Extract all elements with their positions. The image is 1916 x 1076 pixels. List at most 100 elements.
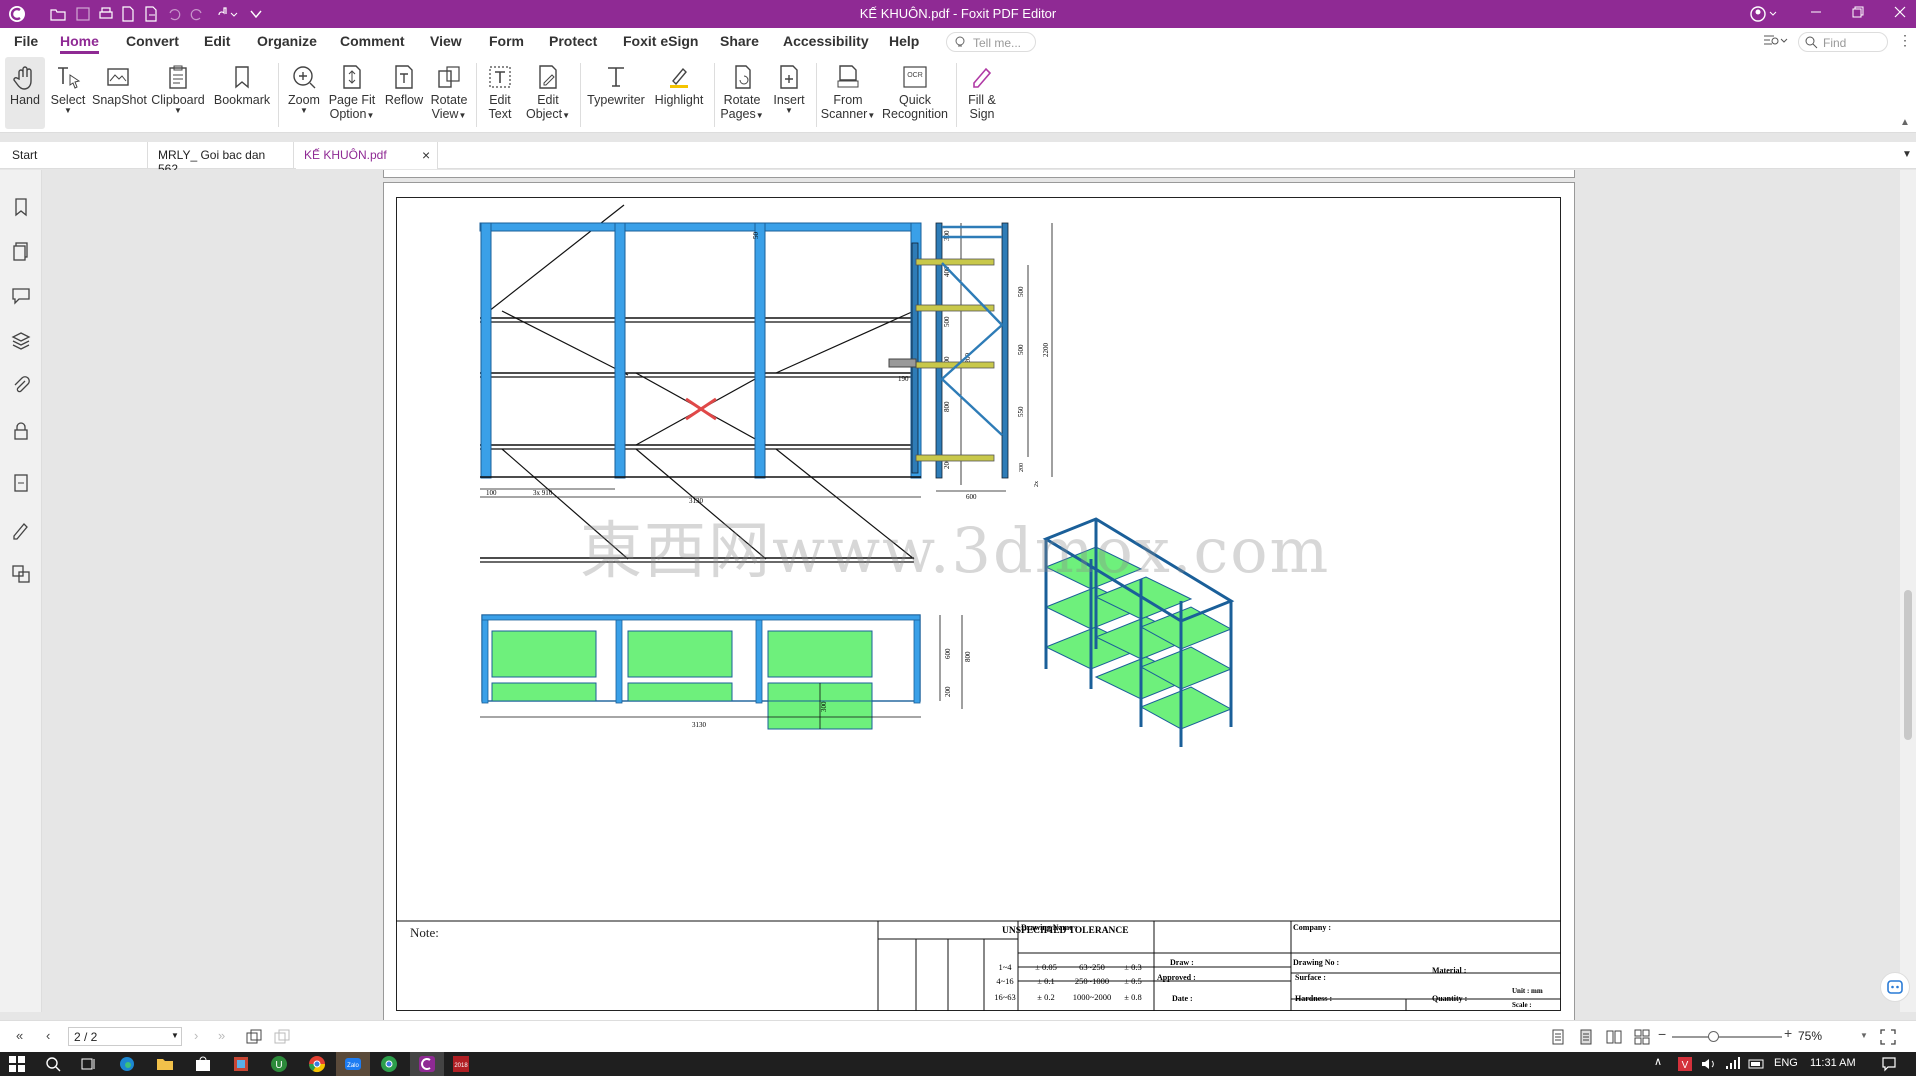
close-tab-icon[interactable]: ×: [422, 147, 430, 163]
restore-button[interactable]: [1836, 0, 1880, 28]
typewriter-button[interactable]: Typewriter: [586, 57, 646, 129]
edit-object-button[interactable]: Edit Object▼: [524, 57, 572, 129]
security-panel-icon[interactable]: [10, 420, 32, 442]
menu-view[interactable]: View: [430, 33, 462, 49]
menu-organize[interactable]: Organize: [257, 33, 317, 49]
snapshot-button[interactable]: SnapShot: [92, 57, 147, 129]
first-page-icon[interactable]: «: [16, 1028, 23, 1043]
hand-button[interactable]: Hand: [5, 57, 45, 129]
close-button[interactable]: [1878, 0, 1916, 28]
tab-start[interactable]: Start: [4, 142, 148, 169]
copy-page-icon[interactable]: [246, 1029, 262, 1045]
fill-sign-button[interactable]: Fill & Sign: [962, 57, 1002, 129]
bookmark-button[interactable]: Bookmark: [212, 57, 272, 129]
network-icon[interactable]: [1724, 1055, 1742, 1073]
task-view-icon[interactable]: [80, 1055, 98, 1073]
search-options-icon[interactable]: [1762, 33, 1788, 52]
select-button[interactable]: Select ▼: [48, 57, 88, 129]
facing-view-icon[interactable]: [1606, 1029, 1622, 1045]
vertical-scrollbar[interactable]: [1900, 170, 1916, 1012]
find-box[interactable]: Find: [1798, 32, 1888, 52]
page-dropdown-icon[interactable]: ▼: [171, 1031, 179, 1040]
layers-panel-icon[interactable]: [10, 330, 32, 352]
zoom-slider[interactable]: [1672, 1031, 1782, 1042]
last-page-icon[interactable]: »: [218, 1028, 225, 1043]
zoom-slider-thumb[interactable]: [1708, 1031, 1719, 1042]
tell-me-box[interactable]: Tell me...: [946, 32, 1036, 52]
store-icon[interactable]: [194, 1055, 212, 1073]
full-screen-icon[interactable]: [1880, 1029, 1896, 1045]
foxit-taskbar-button[interactable]: [410, 1052, 444, 1076]
attachments-panel-icon[interactable]: [10, 375, 32, 397]
compare-panel-icon[interactable]: [10, 563, 32, 585]
ribbon-separator: [278, 63, 279, 127]
more-options-icon[interactable]: ⋮: [1898, 32, 1912, 49]
bookmarks-panel-icon[interactable]: [10, 196, 32, 218]
menu-edit[interactable]: Edit: [204, 33, 230, 49]
edit-text-button[interactable]: Edit Text: [480, 57, 520, 129]
menu-comment[interactable]: Comment: [340, 33, 405, 49]
page-fit-option-button[interactable]: Page Fit Option▼: [326, 57, 378, 129]
continuous-facing-view-icon[interactable]: [1634, 1029, 1650, 1045]
comments-panel-icon[interactable]: [10, 284, 32, 306]
notifications-icon[interactable]: [1880, 1055, 1898, 1073]
zalo-taskbar-button[interactable]: Zalo: [336, 1052, 370, 1076]
edge-icon[interactable]: [118, 1055, 136, 1073]
minimize-button[interactable]: [1794, 0, 1838, 28]
chrome-profile-icon[interactable]: [380, 1055, 398, 1073]
pages-panel-icon[interactable]: [10, 240, 32, 262]
menu-file[interactable]: File: [14, 33, 38, 49]
top-dim-800: 800: [964, 651, 972, 662]
menu-help[interactable]: Help: [889, 33, 919, 49]
rotate-pages-label-1: Rotate: [723, 93, 761, 107]
menu-foxit-esign[interactable]: Foxit eSign: [623, 33, 698, 49]
volume-icon[interactable]: [1700, 1055, 1718, 1073]
menu-home[interactable]: Home: [60, 33, 99, 54]
scrollbar-thumb[interactable]: [1904, 590, 1912, 740]
ai-assistant-button[interactable]: [1880, 972, 1910, 1002]
single-page-view-icon[interactable]: [1550, 1029, 1566, 1045]
previous-page-icon[interactable]: ‹: [46, 1028, 50, 1043]
collapse-ribbon-icon[interactable]: ▲: [1900, 117, 1910, 128]
autocad-icon[interactable]: 2018: [452, 1055, 470, 1073]
tab-mrly[interactable]: MRLY_ Goi bac dan 562...: [150, 142, 294, 176]
continuous-view-icon[interactable]: [1578, 1029, 1594, 1045]
menu-protect[interactable]: Protect: [549, 33, 597, 49]
input-language[interactable]: ENG: [1774, 1057, 1798, 1069]
zoom-out-icon[interactable]: −: [1658, 1026, 1666, 1042]
insert-button[interactable]: Insert ▼: [768, 57, 810, 129]
tray-overflow-icon[interactable]: ∧: [1654, 1055, 1662, 1068]
taskbar-search-icon[interactable]: [44, 1055, 62, 1073]
menu-form[interactable]: Form: [489, 33, 524, 49]
from-scanner-button[interactable]: From Scanner▼: [820, 57, 876, 129]
zoom-dropdown-icon[interactable]: ▼: [1860, 1031, 1868, 1040]
clipboard-button[interactable]: Clipboard ▼: [150, 57, 206, 129]
system-clock[interactable]: 11:31 AM: [1810, 1057, 1856, 1069]
tab-ke-khuon[interactable]: KẾ KHUÔN.pdf ×: [296, 142, 438, 169]
page-number-input[interactable]: 2 / 2 ▼: [68, 1027, 182, 1046]
highlight-button[interactable]: Highlight: [650, 57, 708, 129]
photos-app-icon[interactable]: [232, 1055, 250, 1073]
quick-recognition-button[interactable]: OCR Quick Recognition: [880, 57, 950, 129]
file-explorer-icon[interactable]: [156, 1055, 174, 1073]
account-icon[interactable]: [1750, 6, 1780, 22]
battery-icon[interactable]: [1748, 1055, 1766, 1073]
zoom-in-icon[interactable]: +: [1784, 1025, 1792, 1041]
next-page-icon[interactable]: ›: [194, 1028, 198, 1043]
menu-share[interactable]: Share: [720, 33, 759, 49]
zoom-button[interactable]: Zoom ▼: [284, 57, 324, 129]
menu-convert[interactable]: Convert: [126, 33, 179, 49]
reflow-button[interactable]: Reflow: [382, 57, 426, 129]
rotate-pages-button[interactable]: Rotate Pages▼: [718, 57, 766, 129]
signature-panel-icon[interactable]: [10, 518, 32, 540]
u-app-icon[interactable]: U: [270, 1055, 288, 1073]
vietkey-icon[interactable]: V: [1676, 1055, 1694, 1073]
tab-list-icon[interactable]: ▼: [1902, 149, 1912, 160]
paste-page-icon[interactable]: [274, 1029, 290, 1045]
rotate-view-button[interactable]: Rotate View▼: [428, 57, 470, 129]
zoom-level-select[interactable]: 75% ▼: [1798, 1027, 1870, 1046]
windows-start-icon[interactable]: [8, 1055, 26, 1073]
menu-accessibility[interactable]: Accessibility: [783, 33, 869, 49]
chrome-icon[interactable]: [308, 1055, 326, 1073]
form-panel-icon[interactable]: [10, 472, 32, 494]
